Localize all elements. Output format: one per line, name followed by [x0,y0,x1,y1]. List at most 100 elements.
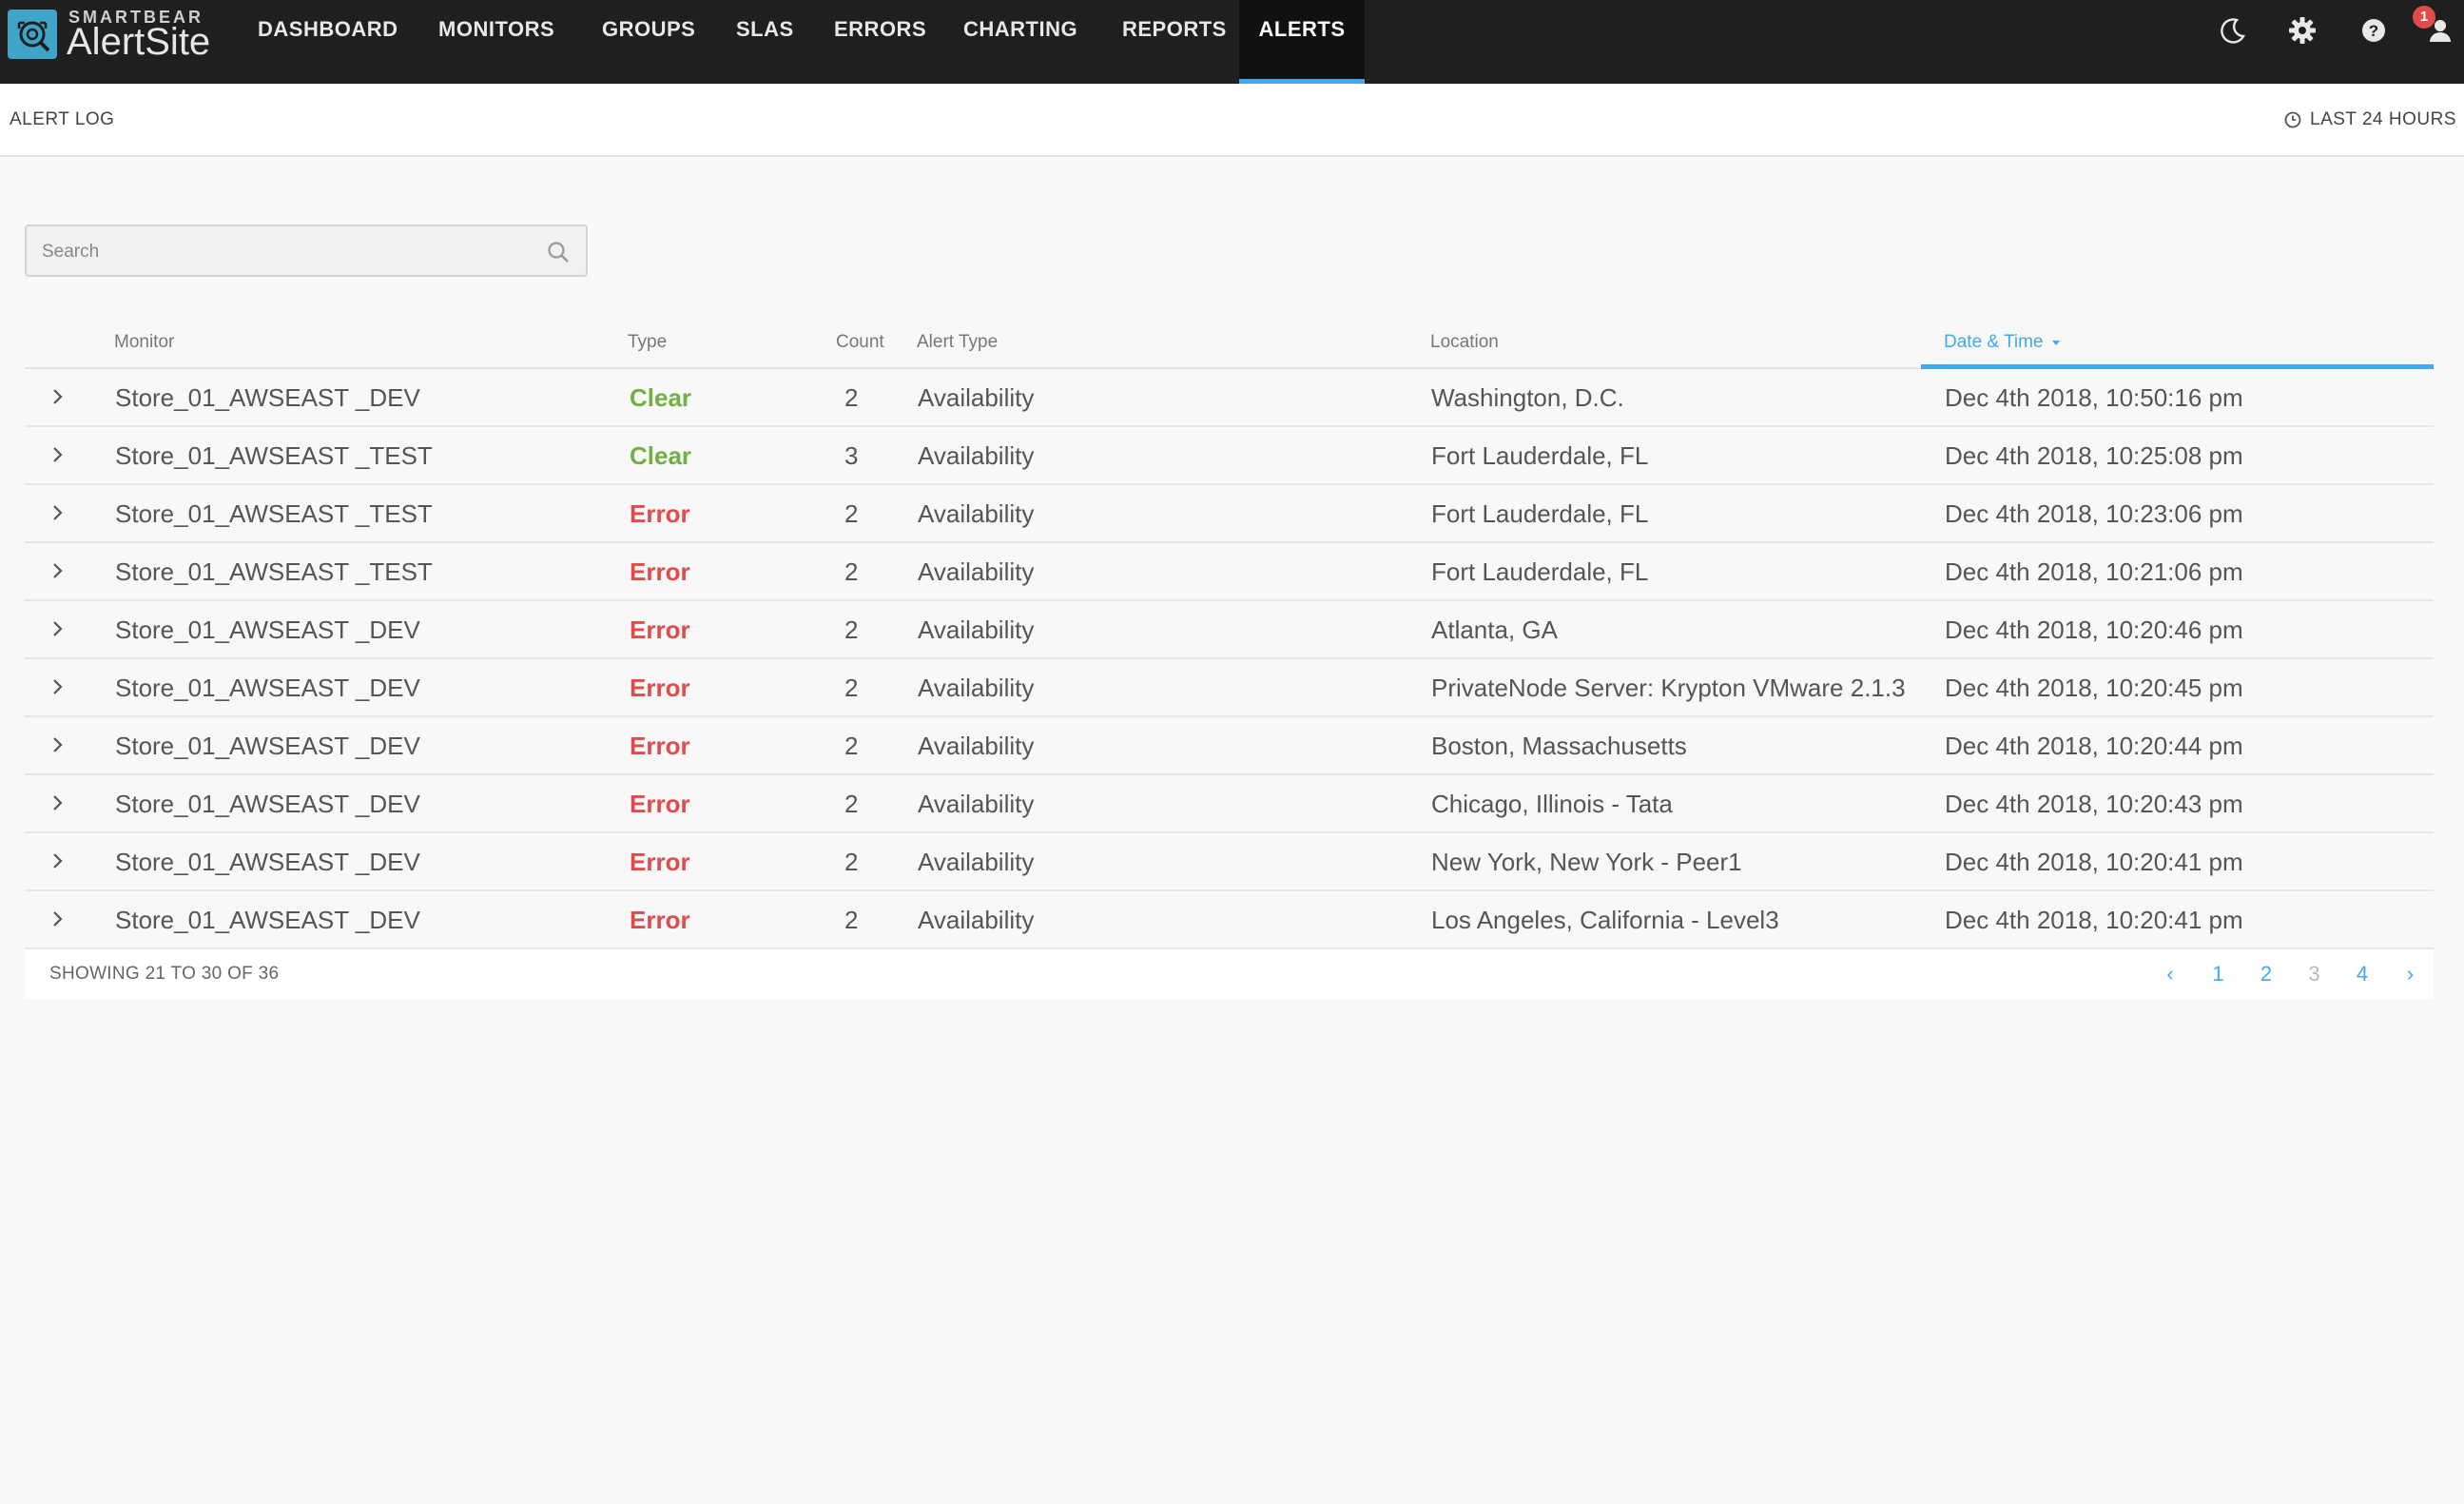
table-row[interactable]: Store_01_AWSEAST _TEST Error 2 Availability… [25,543,2434,601]
pagination: ‹ 1 2 3 4 › [2146,949,2434,999]
cell-count: 2 [844,790,859,818]
expand-row-chevron-icon[interactable] [46,501,68,524]
cell-count: 2 [844,499,859,528]
help-icon[interactable]: ? [2357,13,2391,48]
gear-icon[interactable] [2285,13,2319,48]
logo-product: AlertSite [67,21,211,63]
cell-alert-type: Availability [918,674,1035,702]
column-header-type[interactable]: Type [628,314,667,371]
nav-dashboard[interactable]: DASHBOARD [258,0,398,84]
column-header-datetime[interactable]: Date & Time [1944,314,2062,371]
cell-type: Error [630,674,690,702]
pagination-prev-button[interactable]: ‹ [2146,949,2194,999]
cell-location: Washington, D.C. [1431,383,1624,412]
search-icon[interactable] [546,240,571,264]
cell-alert-type: Availability [918,906,1035,934]
expand-row-chevron-icon[interactable] [46,443,68,466]
cell-count: 2 [844,848,859,876]
cell-monitor: Store_01_AWSEAST _DEV [115,674,420,702]
table-row[interactable]: Store_01_AWSEAST _DEV Error 2 Availability N… [25,833,2434,891]
cell-datetime: Dec 4th 2018, 10:21:06 pm [1945,557,2243,586]
notification-badge[interactable]: 1 [2413,6,2435,29]
table-row[interactable]: Store_01_AWSEAST _DEV Clear 2 Availability W… [25,369,2434,427]
expand-row-chevron-icon[interactable] [46,675,68,698]
logo-mark-icon [8,10,57,59]
cell-type: Error [630,848,690,876]
column-header-datetime-label: Date & Time [1944,332,2044,352]
cell-count: 2 [844,615,859,644]
cell-count: 2 [844,674,859,702]
cell-datetime: Dec 4th 2018, 10:50:16 pm [1945,383,2243,412]
pagination-page-2[interactable]: 2 [2242,949,2290,999]
nav-alerts[interactable]: ALERTS [1239,0,1365,84]
moon-icon[interactable] [2216,13,2250,48]
alert-log-table: Monitor Type Count Alert Type Location D… [25,314,2434,999]
cell-datetime: Dec 4th 2018, 10:23:06 pm [1945,499,2243,528]
cell-count: 2 [844,383,859,412]
cell-type: Error [630,499,690,528]
nav-charting[interactable]: CHARTING [963,0,1077,84]
nav-monitors[interactable]: MONITORS [438,0,557,84]
expand-row-chevron-icon[interactable] [46,385,68,408]
nav-reports[interactable]: REPORTS [1122,0,1226,84]
cell-monitor: Store_01_AWSEAST _DEV [115,790,420,818]
column-header-count[interactable]: Count [836,314,884,371]
expand-row-chevron-icon[interactable] [46,791,68,814]
cell-datetime: Dec 4th 2018, 10:20:41 pm [1945,848,2243,876]
time-range-selector[interactable]: LAST 24 HOURS [2310,84,2456,156]
table-row[interactable]: Store_01_AWSEAST _TEST Clear 3 Availability… [25,427,2434,485]
cell-monitor: Store_01_AWSEAST _DEV [115,732,420,760]
cell-type: Error [630,557,690,586]
top-navbar: SMARTBEAR AlertSite DASHBOARD MONITORS GRO… [0,0,2464,84]
cell-location: PrivateNode Server: Krypton VMware 2.1.3 [1431,674,1906,702]
table-row[interactable]: Store_01_AWSEAST _DEV Error 2 Availability L… [25,891,2434,949]
table-row[interactable]: Store_01_AWSEAST _DEV Error 2 Availability A… [25,601,2434,659]
expand-row-chevron-icon[interactable] [46,850,68,872]
cell-count: 2 [844,732,859,760]
column-header-location[interactable]: Location [1430,314,1499,371]
cell-datetime: Dec 4th 2018, 10:20:45 pm [1945,674,2243,702]
table-row[interactable]: Store_01_AWSEAST _DEV Error 2 Availability P… [25,659,2434,717]
cell-alert-type: Availability [918,499,1035,528]
cell-monitor: Store_01_AWSEAST _TEST [115,441,433,470]
cell-location: Atlanta, GA [1431,615,1558,644]
table-row[interactable]: Store_01_AWSEAST _DEV Error 2 Availability B… [25,717,2434,775]
pagination-page-1[interactable]: 1 [2195,949,2242,999]
cell-datetime: Dec 4th 2018, 10:20:46 pm [1945,615,2243,644]
cell-alert-type: Availability [918,790,1035,818]
cell-alert-type: Availability [918,732,1035,760]
cell-location: Chicago, Illinois - Tata [1431,790,1673,818]
expand-row-chevron-icon[interactable] [46,908,68,930]
cell-location: New York, New York - Peer1 [1431,848,1742,876]
pagination-page-3[interactable]: 3 [2291,949,2338,999]
table-body: Store_01_AWSEAST _DEV Clear 2 Availability W… [25,369,2434,949]
search-input[interactable] [40,226,538,277]
page-subheader: ALERT LOG LAST 24 HOURS [0,84,2464,157]
expand-row-chevron-icon[interactable] [46,617,68,640]
clock-icon[interactable] [2283,110,2302,129]
cell-location: Fort Lauderdale, FL [1431,557,1649,586]
cell-type: Error [630,732,690,760]
column-header-monitor[interactable]: Monitor [114,314,174,371]
cell-count: 3 [844,441,859,470]
sort-desc-icon [2051,340,2060,345]
cell-monitor: Store_01_AWSEAST _DEV [115,615,420,644]
expand-row-chevron-icon[interactable] [46,733,68,756]
cell-datetime: Dec 4th 2018, 10:25:08 pm [1945,441,2243,470]
expand-row-chevron-icon[interactable] [46,559,68,582]
page-title: ALERT LOG [10,109,115,129]
table-row[interactable]: Store_01_AWSEAST _DEV Error 2 Availability C… [25,775,2434,833]
pagination-page-4[interactable]: 4 [2338,949,2386,999]
cell-location: Los Angeles, California - Level3 [1431,906,1779,934]
table-row[interactable]: Store_01_AWSEAST _TEST Error 2 Availability… [25,485,2434,543]
cell-type: Clear [630,441,692,470]
nav-groups[interactable]: GROUPS [602,0,695,84]
table-footer: SHOWING 21 TO 30 OF 36 ‹ 1 2 3 4 › [25,949,2434,999]
nav-errors[interactable]: ERRORS [834,0,926,84]
column-header-alert-type[interactable]: Alert Type [917,314,998,371]
nav-slas[interactable]: SLAS [736,0,793,84]
cell-monitor: Store_01_AWSEAST _DEV [115,848,420,876]
cell-location: Fort Lauderdale, FL [1431,441,1649,470]
cell-datetime: Dec 4th 2018, 10:20:43 pm [1945,790,2243,818]
pagination-next-button[interactable]: › [2387,949,2435,999]
